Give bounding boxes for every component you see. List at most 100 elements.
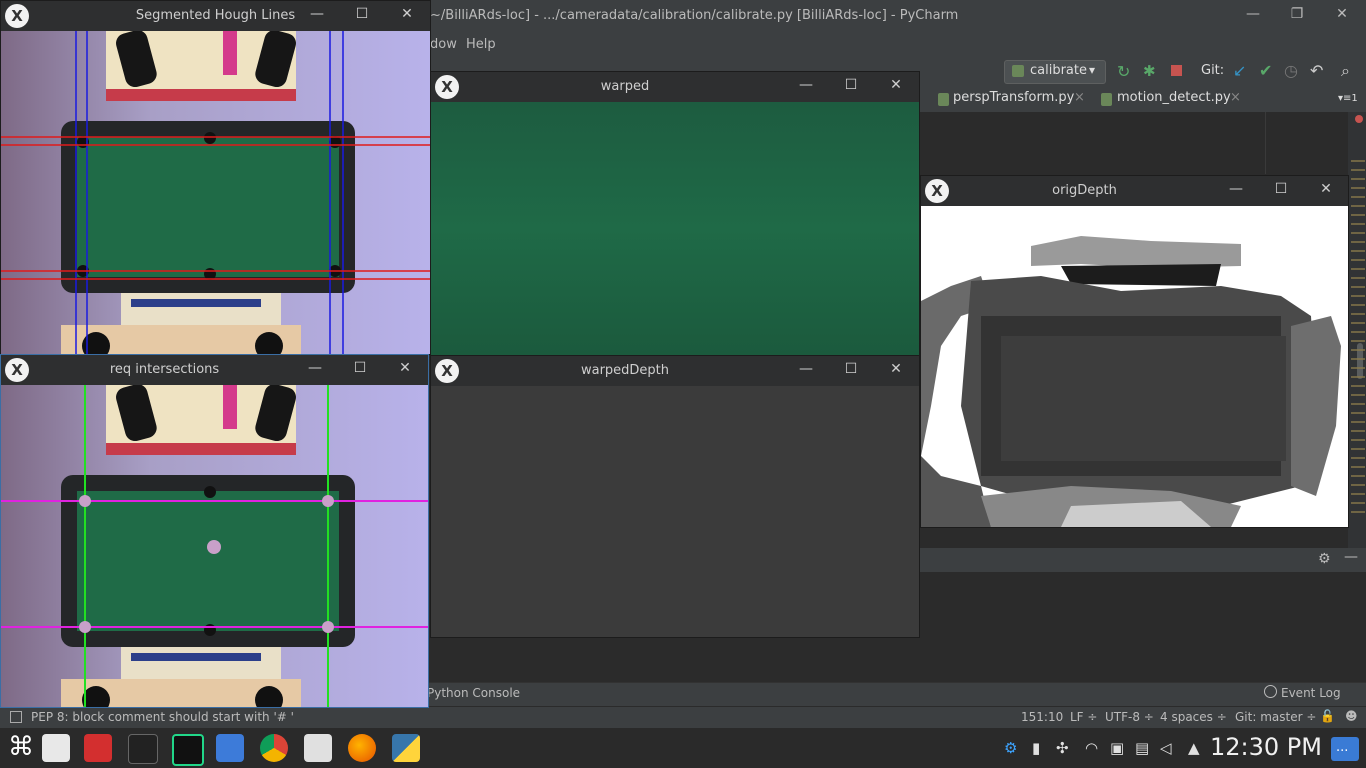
event-log-button[interactable]: Event Log [1281,686,1341,700]
chevron-down-icon: ▾ [1089,63,1096,77]
clipboard-icon[interactable]: ▤ [1135,739,1149,757]
maximize-button[interactable]: ☐ [842,361,860,377]
warped-depth-titlebar[interactable]: X warpedDepth — ☐ ✕ [431,356,919,386]
error-indicator-icon[interactable] [1355,115,1363,123]
orig-depth-title: origDepth [1052,183,1117,198]
minimize-button[interactable]: — [308,6,326,22]
lock-icon[interactable]: 🔓 [1320,709,1335,723]
inspector-icon[interactable]: ☻ [1345,709,1358,723]
status-message: PEP 8: block comment should start with '… [31,710,294,724]
tool-window-header [918,548,1366,572]
warped-titlebar[interactable]: X warped — ☐ ✕ [431,72,919,102]
volume-icon[interactable]: ◁ [1160,739,1172,757]
git-branch[interactable]: Git: master ÷ [1235,710,1316,724]
tab-persptransform[interactable]: perspTransform.py [953,90,1074,105]
maximize-button[interactable]: ☐ [842,77,860,93]
close-button[interactable]: ✕ [396,360,414,376]
menu-window[interactable]: dow [430,37,457,52]
cursor-position[interactable]: 151:10 [1021,710,1063,724]
history-icon[interactable]: ◷ [1284,61,1298,80]
line-separator[interactable]: LF ÷ [1070,710,1097,724]
show-desktop-label: ... [1336,740,1349,755]
python-config-icon [1012,65,1024,77]
minimize-button[interactable]: — [306,360,324,376]
intersections-title: req intersections [109,362,220,377]
pdf-icon[interactable] [84,734,112,762]
warped-depth-title: warpedDepth [580,363,670,378]
intersections-image-svg [1,385,428,707]
python-icon[interactable] [392,734,420,762]
chrome-icon[interactable] [260,734,288,762]
pycharm-close-button[interactable]: ✕ [1332,6,1352,22]
git-commit-icon[interactable]: ✔ [1259,61,1272,80]
indent-setting[interactable]: 4 spaces ÷ [1160,710,1227,724]
tab-close-icon[interactable]: × [1230,90,1241,105]
orig-depth-window[interactable]: X origDepth — ☐ ✕ [920,175,1349,528]
battery-icon[interactable]: ▮ [1032,739,1040,757]
intersections-window[interactable]: X req intersections — ☐ ✕ [0,354,429,708]
chevron-up-icon[interactable]: ▲ [1188,739,1200,757]
minimize-button[interactable]: — [797,361,815,377]
tab-close-icon[interactable]: × [1074,90,1085,105]
tab-motion-detect[interactable]: motion_detect.py [1117,90,1231,105]
minimize-button[interactable]: — [797,77,815,93]
orig-depth-titlebar[interactable]: X origDepth — ☐ ✕ [921,176,1348,206]
debug-icon[interactable]: ✱ [1143,62,1156,80]
revert-icon[interactable]: ↶ [1310,61,1323,80]
file-encoding[interactable]: UTF-8 ÷ [1105,710,1154,724]
pycharm-icon[interactable] [172,734,204,766]
wifi-icon[interactable]: ◠ [1085,739,1098,757]
firefox-icon[interactable] [348,734,376,762]
warped-title: warped [600,79,650,94]
stop-icon[interactable] [1171,65,1182,76]
sublime-icon[interactable] [304,734,332,762]
warped-depth-window[interactable]: X warpedDepth — ☐ ✕ [430,355,920,638]
intersections-image [1,385,428,707]
maximize-button[interactable]: ☐ [353,6,371,22]
close-button[interactable]: ✕ [887,77,905,93]
tab-overflow-icon[interactable]: ▾≡1 [1338,93,1358,104]
python-file-icon [1101,93,1112,106]
hough-lines-image [1,31,430,354]
git-update-icon[interactable]: ↙ [1233,61,1246,80]
close-button[interactable]: ✕ [1317,181,1335,197]
warped-image [431,102,919,355]
gear-icon[interactable]: ⚙ [1318,551,1331,567]
pycharm-maximize-button[interactable]: ❐ [1287,6,1307,22]
hough-lines-window[interactable]: X Segmented Hough Lines — ☐ ✕ [0,0,431,355]
python-console-panel[interactable] [918,572,1366,682]
updates-icon[interactable]: ⚙ [1004,739,1017,757]
warped-depth-image [431,386,919,637]
clock[interactable]: 12:30 PM [1210,733,1322,761]
pycharm-minimize-button[interactable]: — [1243,6,1263,22]
maximize-button[interactable]: ☐ [1272,181,1290,197]
lock-icon[interactable]: ▣ [1110,739,1124,757]
warped-window[interactable]: X warped — ☐ ✕ [430,71,920,356]
files-icon[interactable] [216,734,244,762]
menu-help[interactable]: Help [466,37,496,52]
hough-image [1,31,430,354]
hide-icon[interactable]: — [1344,549,1358,565]
python-console-button[interactable]: Python Console [427,686,520,700]
hough-titlebar[interactable]: X Segmented Hough Lines — ☐ ✕ [1,1,430,31]
python-file-icon [938,93,949,106]
desktop-icon[interactable] [42,734,70,762]
git-label: Git: [1201,63,1225,78]
tool-windows-icon[interactable] [10,711,22,723]
maximize-button[interactable]: ☐ [351,360,369,376]
launcher-icon[interactable]: ⌘ [8,732,34,762]
network-settings-icon[interactable]: ✣ [1056,739,1069,757]
close-button[interactable]: ✕ [398,6,416,22]
close-button[interactable]: ✕ [887,361,905,377]
minimize-button[interactable]: — [1227,181,1245,197]
intersections-titlebar[interactable]: X req intersections — ☐ ✕ [1,355,428,385]
orig-depth-svg [921,206,1348,527]
right-margin-guide [1265,112,1266,174]
terminal-icon[interactable] [128,734,158,764]
rerun-icon[interactable]: ↻ [1117,62,1130,81]
event-log-icon [1264,685,1277,698]
orig-depth-image [921,206,1348,527]
search-icon[interactable]: ⌕ [1341,61,1350,81]
pycharm-window-title: ~/BilliARds-loc] - .../cameradata/calibr… [430,8,959,23]
warning-stripes [1351,160,1365,520]
